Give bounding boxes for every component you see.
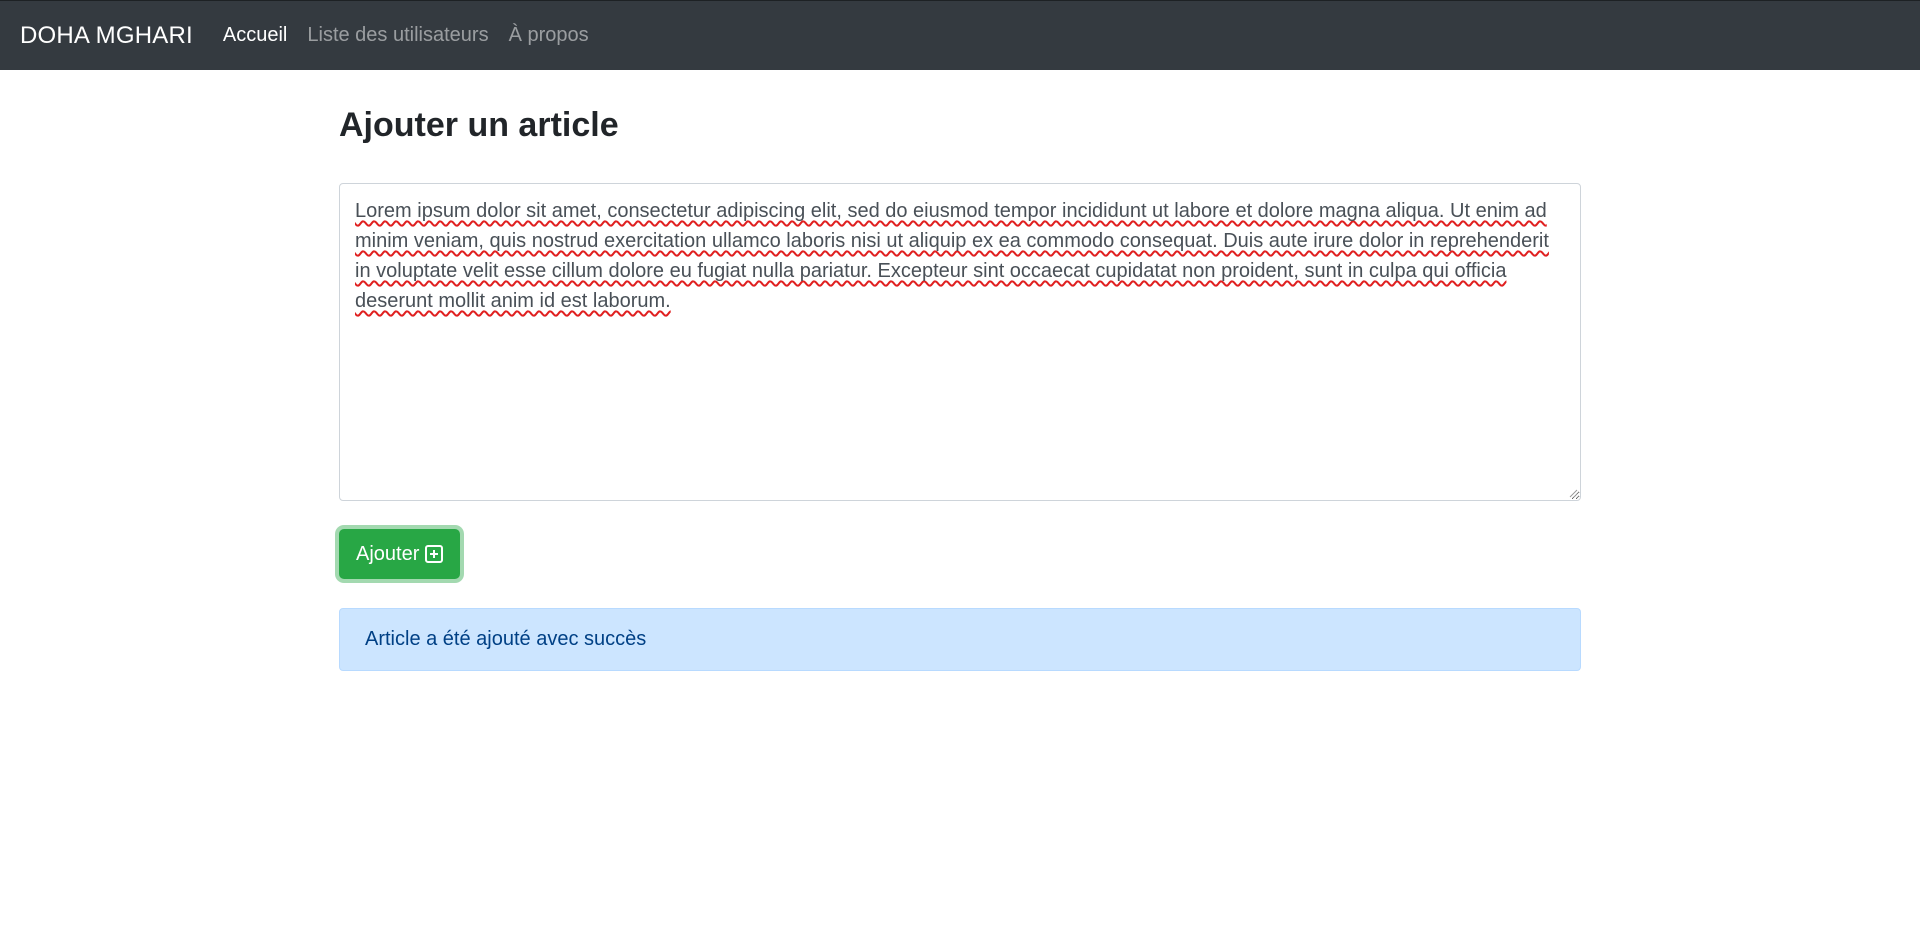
navbar-brand[interactable]: DOHA MGHARI <box>20 22 193 50</box>
nav-link-accueil[interactable]: Accueil <box>223 24 287 47</box>
nav-link-liste-utilisateurs[interactable]: Liste des utilisateurs <box>307 24 488 47</box>
article-textarea[interactable]: Lorem ipsum dolor sit amet, consectetur … <box>339 183 1581 501</box>
resize-handle-icon[interactable] <box>1568 488 1578 498</box>
top-navbar: DOHA MGHARI Accueil Liste des utilisateu… <box>0 0 1920 70</box>
page-title: Ajouter un article <box>339 106 619 144</box>
plus-square-icon <box>425 545 444 563</box>
main-content: Ajouter un article Lorem ipsum dolor sit… <box>339 70 1581 671</box>
success-alert: Article a été ajouté avec succès <box>339 608 1581 671</box>
nav-link-a-propos[interactable]: À propos <box>509 24 589 47</box>
alert-message: Article a été ajouté avec succès <box>365 628 647 650</box>
add-button-label: Ajouter <box>356 542 420 565</box>
add-article-button[interactable]: Ajouter <box>339 529 461 579</box>
